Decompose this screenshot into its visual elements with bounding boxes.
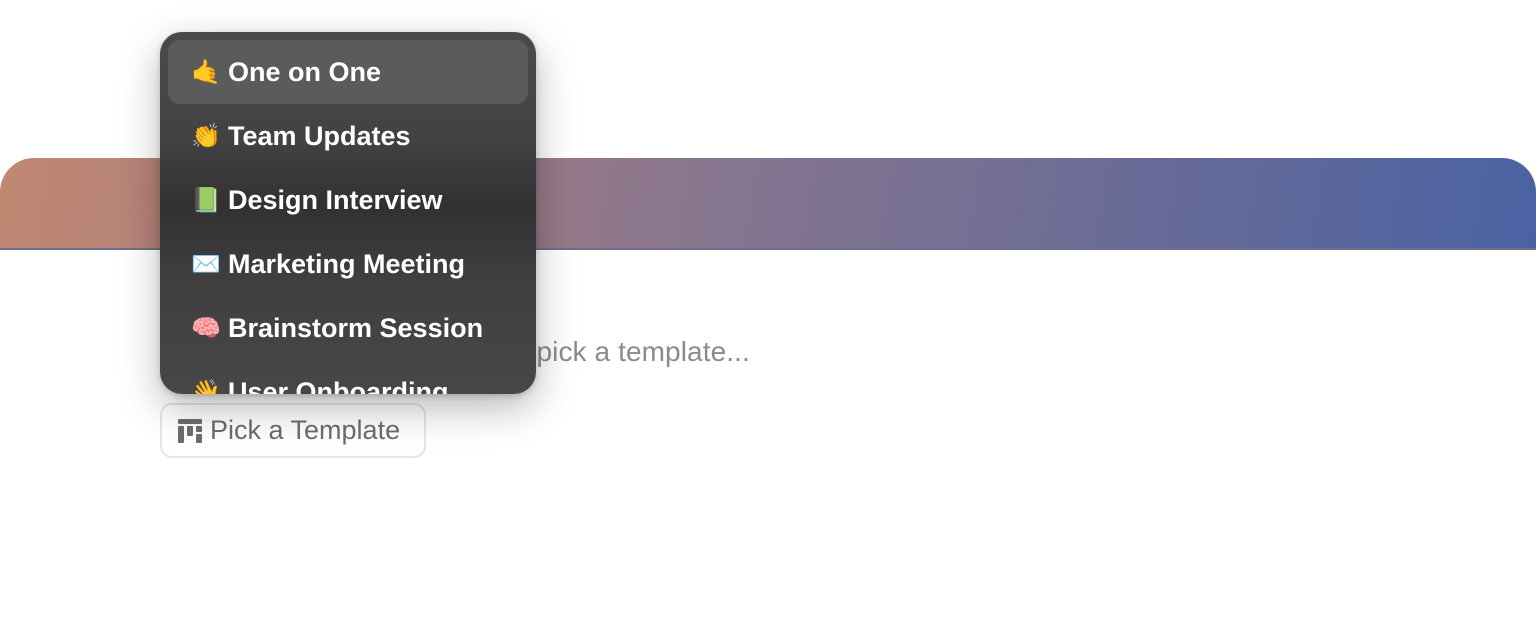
menu-item-label: User Onboarding [228,376,449,395]
template-menu: 🤙 One on One 👏 Team Updates 📗 Design Int… [160,32,536,394]
pick-template-button[interactable]: Pick a Template [160,403,426,458]
menu-item-one-on-one[interactable]: 🤙 One on One [168,40,528,104]
menu-item-team-updates[interactable]: 👏 Team Updates [168,104,528,168]
menu-item-brainstorm-session[interactable]: 🧠 Brainstorm Session [168,296,528,360]
menu-item-user-onboarding[interactable]: 👋 User Onboarding [168,360,528,395]
green-book-icon: 📗 [191,186,221,214]
menu-item-label: Marketing Meeting [228,248,466,279]
brain-icon: 🧠 [191,314,221,342]
menu-item-label: Design Interview [228,184,443,215]
menu-item-label: Brainstorm Session [228,312,484,343]
envelope-icon: ✉️ [191,250,221,278]
clapping-hands-icon: 👏 [191,122,221,150]
call-me-hand-icon: 🤙 [191,58,221,86]
menu-item-marketing-meeting[interactable]: ✉️ Marketing Meeting [168,232,528,296]
menu-item-label: Team Updates [228,120,411,151]
menu-item-label: One on One [228,56,382,87]
page: Start writing notes, tasks or pick a tem… [0,0,1536,630]
template-grid-icon [177,418,203,444]
menu-item-design-interview[interactable]: 📗 Design Interview [168,168,528,232]
waving-hand-icon: 👋 [191,378,221,395]
pick-template-label: Pick a Template [210,415,401,445]
